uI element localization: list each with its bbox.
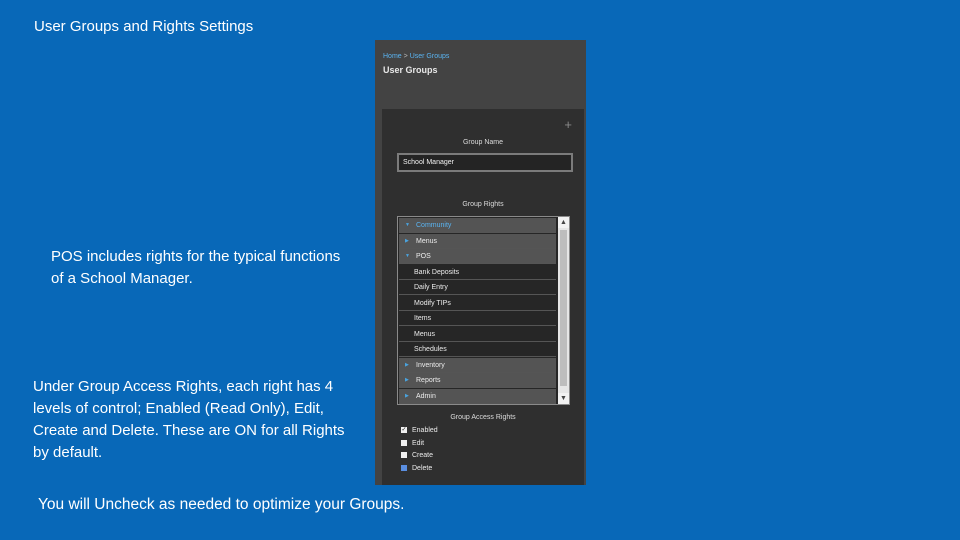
- rights-item-label: Menus: [414, 330, 436, 338]
- checkbox-icon[interactable]: [401, 464, 407, 471]
- rights-item-reports[interactable]: ▶ Reports: [399, 373, 556, 388]
- breadcrumb-home-link[interactable]: Home: [383, 53, 402, 60]
- access-checkbox-edit[interactable]: Edit: [401, 439, 424, 449]
- access-checkbox-delete[interactable]: Delete: [401, 464, 432, 474]
- rights-item-label: Menus: [416, 237, 438, 245]
- rights-item-community[interactable]: ▼ Community: [399, 218, 556, 233]
- plus-icon[interactable]: +: [564, 117, 572, 132]
- rights-item-label: Community: [416, 222, 452, 229]
- checkbox-icon[interactable]: [401, 439, 407, 446]
- uncheck-note: You will Uncheck as needed to optimize y…: [38, 496, 405, 513]
- caret-down-icon[interactable]: ▼: [405, 218, 410, 233]
- access-checkbox-enabled[interactable]: ✓ Enabled: [401, 426, 438, 436]
- breadcrumb: Home > User Groups: [383, 53, 449, 60]
- checkbox-checked-icon[interactable]: ✓: [401, 427, 407, 434]
- user-groups-screenshot: Home > User Groups User Groups + Group N…: [375, 40, 586, 485]
- group-editor: + Group Name School Manager Group Rights…: [382, 109, 584, 485]
- caret-right-icon[interactable]: ▶: [405, 389, 409, 404]
- checkbox-icon[interactable]: [401, 452, 407, 459]
- access-checkbox-label: Create: [412, 452, 434, 459]
- rights-item-label: POS: [416, 253, 431, 260]
- rights-scrollbar[interactable]: ▲ ▼: [558, 217, 569, 404]
- rights-item-modify-tips[interactable]: Modify TIPs: [399, 296, 556, 311]
- rights-item-items[interactable]: Items: [399, 311, 556, 326]
- rights-item-label: Schedules: [414, 346, 447, 353]
- pos-note: POS includes rights for the typical func…: [51, 248, 341, 287]
- breadcrumb-separator: >: [403, 53, 408, 60]
- group-name-field[interactable]: School Manager: [397, 153, 573, 172]
- rights-item-label: Daily Entry: [414, 284, 448, 291]
- group-name-label: Group Name: [462, 139, 504, 146]
- group-rights-label: Group Rights: [462, 201, 504, 208]
- rights-item-label: Inventory: [416, 361, 445, 369]
- rights-item-label: Reports: [416, 377, 441, 384]
- access-checkbox-label: Enabled: [412, 427, 438, 434]
- caret-right-icon[interactable]: ▶: [405, 373, 409, 388]
- scroll-thumb[interactable]: [560, 230, 567, 386]
- caret-right-icon[interactable]: ▶: [405, 234, 409, 249]
- group-access-rights-label: Group Access Rights: [450, 414, 516, 421]
- rights-item-label: Bank Deposits: [414, 268, 460, 276]
- rights-item-label: Admin: [416, 392, 436, 400]
- rights-item-bank-deposits[interactable]: Bank Deposits: [399, 265, 556, 280]
- access-checkbox-label: Edit: [412, 439, 425, 447]
- slide-title: User Groups and Rights Settings: [34, 18, 254, 35]
- caret-down-icon[interactable]: ▼: [405, 249, 410, 264]
- page-title: User Groups: [383, 65, 438, 75]
- rights-item-daily-entry[interactable]: Daily Entry: [399, 280, 556, 295]
- access-rights-note: Under Group Access Rights, each right ha…: [33, 378, 345, 461]
- access-checkbox-create[interactable]: Create: [401, 451, 433, 461]
- rights-item-pos[interactable]: ▼ POS: [399, 249, 556, 264]
- breadcrumb-current[interactable]: User Groups: [410, 53, 450, 60]
- rights-item-inventory[interactable]: ▶ Inventory: [399, 357, 556, 373]
- rights-item-label: Items: [414, 315, 432, 322]
- rights-item-label: Modify TIPs: [414, 299, 451, 307]
- group-rights-list[interactable]: ▲ ▼ ▼ Community ▶ Menus ▼ POS Bank Deposits Dai…: [397, 216, 570, 405]
- scroll-up-icon[interactable]: ▲: [558, 217, 569, 228]
- rights-item-schedules[interactable]: Schedules: [399, 342, 556, 357]
- rights-item-menus[interactable]: Menus: [399, 327, 556, 342]
- scroll-down-icon[interactable]: ▼: [558, 393, 569, 404]
- rights-item-menus[interactable]: ▶ Menus: [399, 233, 556, 249]
- caret-right-icon[interactable]: ▶: [405, 358, 409, 373]
- access-checkbox-label: Delete: [412, 464, 433, 472]
- rights-item-admin[interactable]: ▶ Admin: [399, 388, 556, 404]
